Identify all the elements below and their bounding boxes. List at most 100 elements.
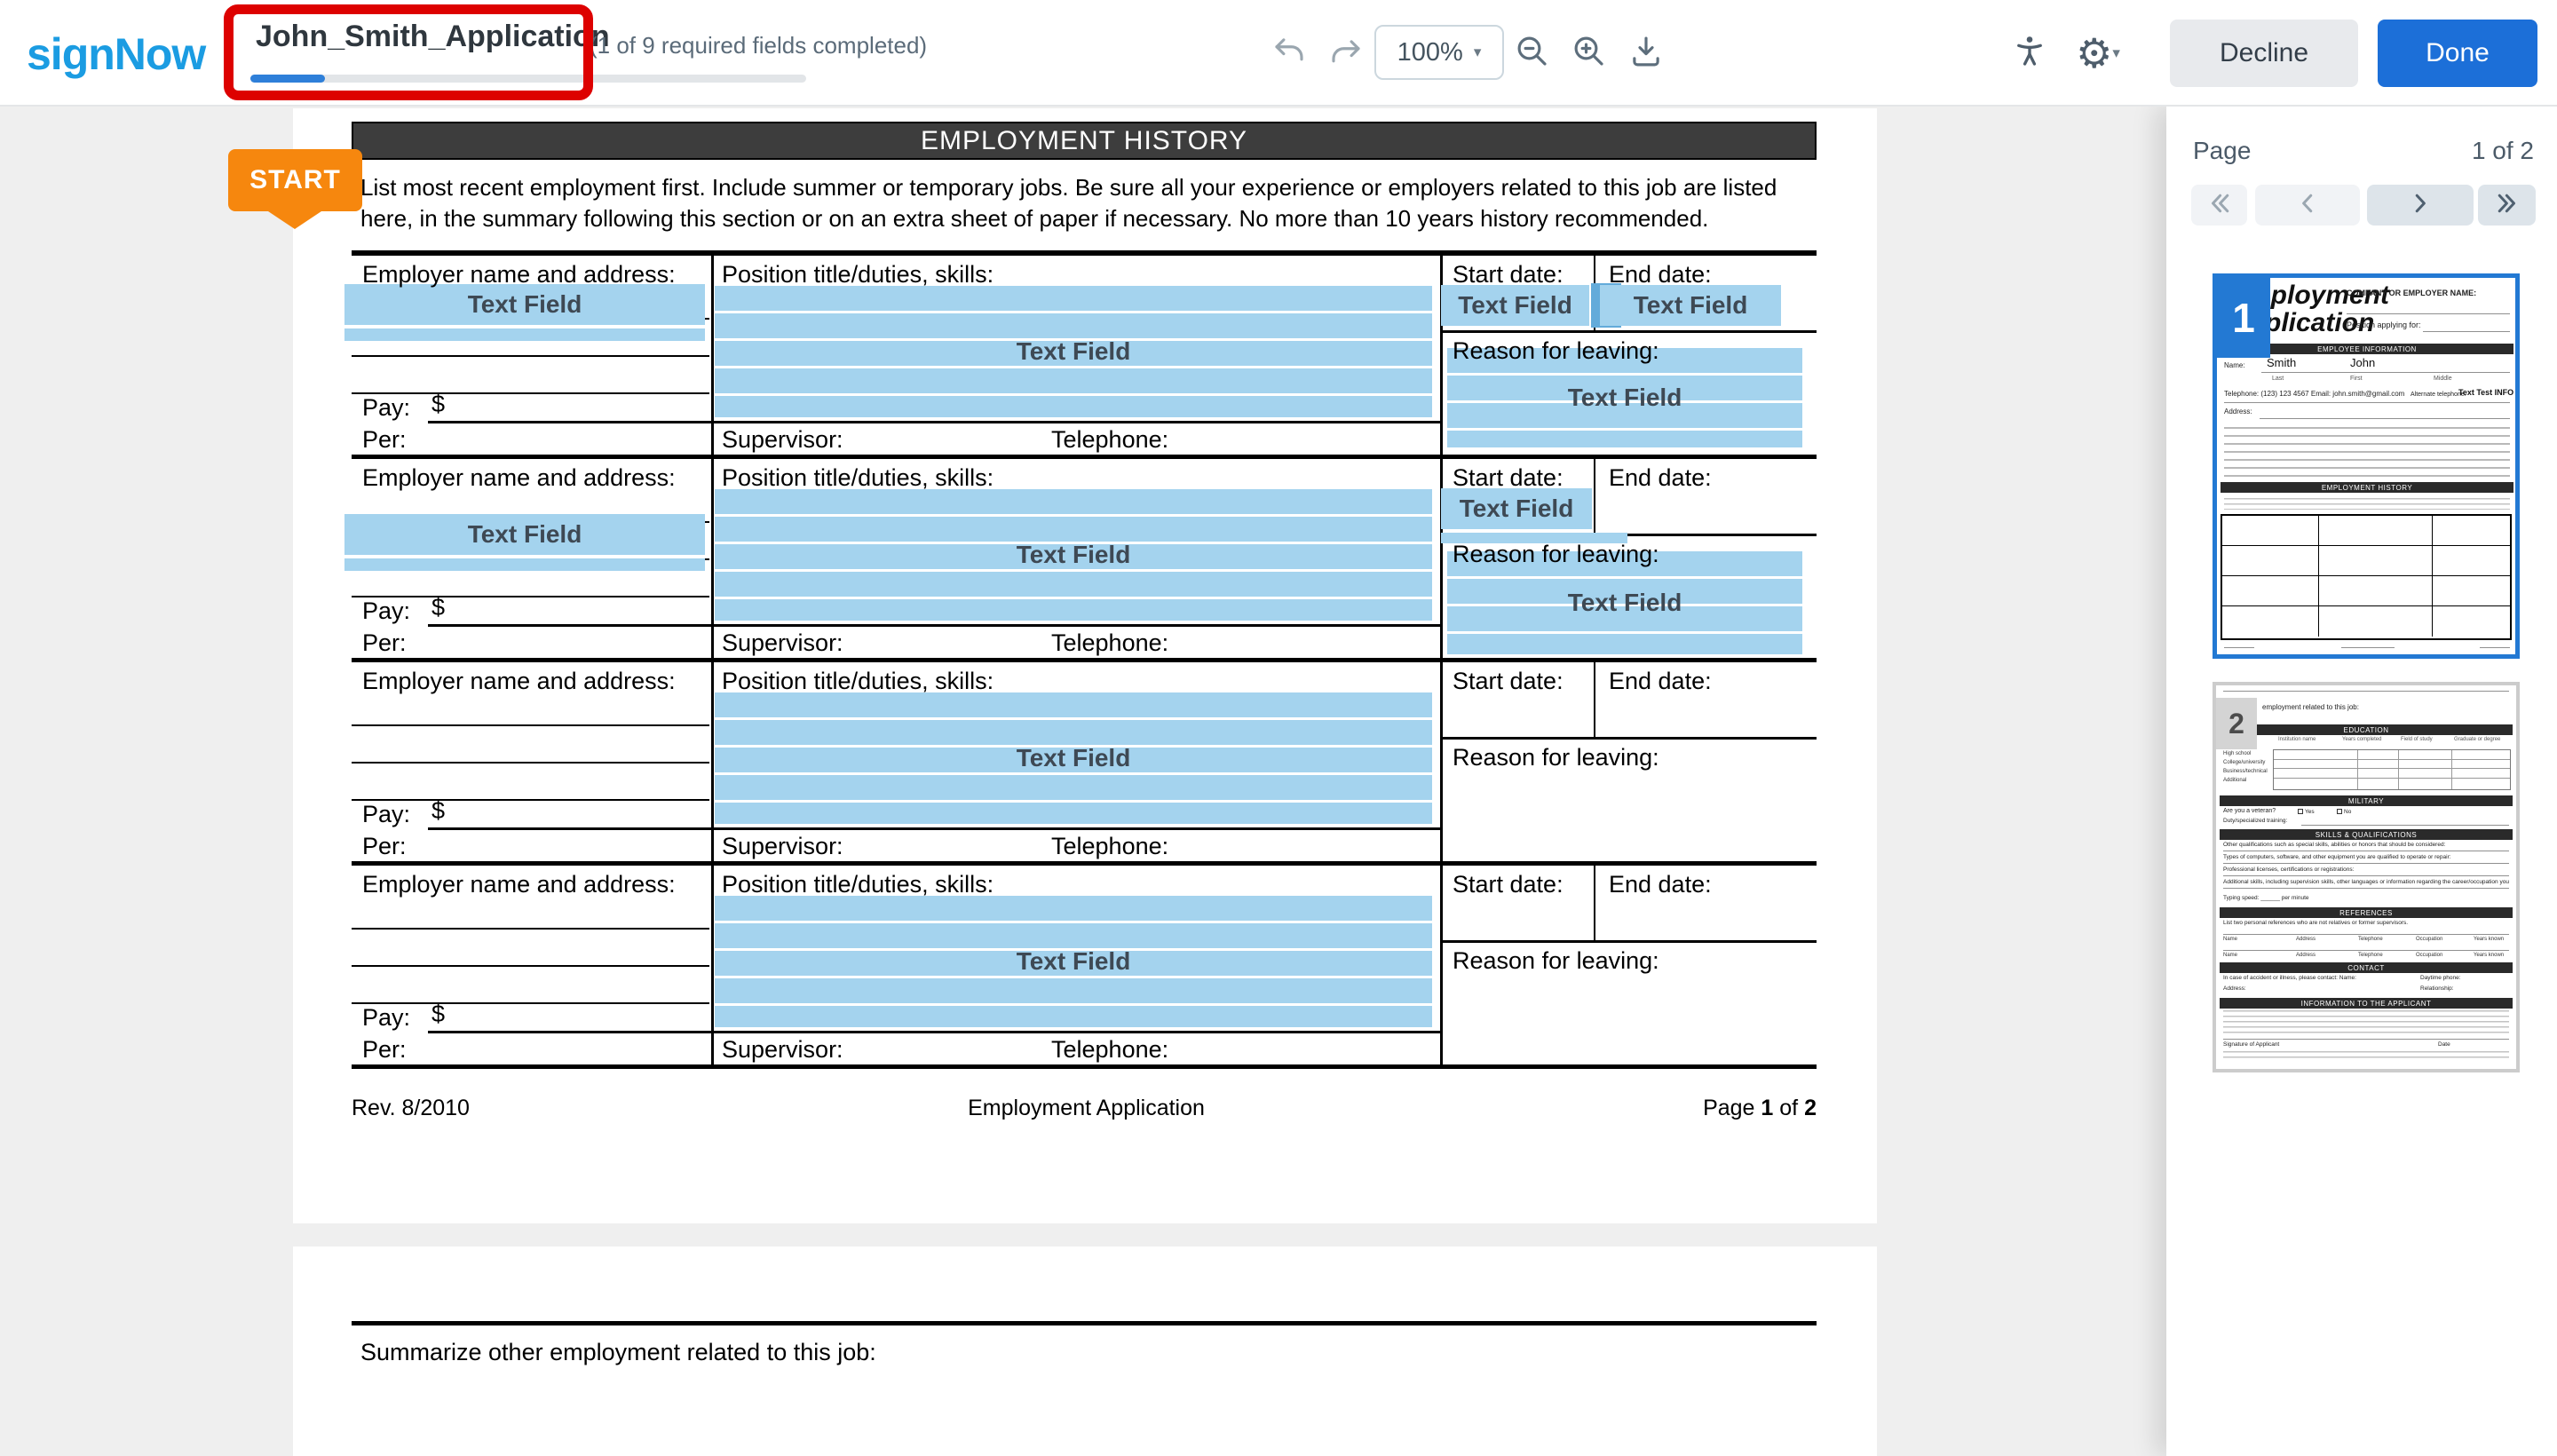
thumb-row-label: College/university: [2223, 760, 2265, 765]
document-canvas: EMPLOYMENT HISTORY List most recent empl…: [0, 107, 2166, 1456]
thumb-line: [2260, 418, 2510, 419]
thumb-line: [2341, 647, 2395, 648]
thumb-table-row: [2222, 516, 2510, 546]
chevron-down-icon: ▾: [1474, 44, 1482, 61]
employment-row-2: Employer name and address: Position titl…: [352, 459, 1817, 662]
text-field-position[interactable]: Text Field: [715, 286, 1432, 417]
thumb-text-lines: [2223, 1051, 2509, 1062]
thumb-line: [2223, 888, 2509, 889]
undo-button[interactable]: [1268, 32, 1310, 75]
thumb-col-label: Last: [2272, 376, 2284, 382]
text-field-position[interactable]: Text Field: [715, 489, 1432, 621]
thumb-row-label: High school: [2223, 751, 2251, 756]
double-chevron-right-icon: [2494, 190, 2521, 221]
date-column-divider: [1594, 866, 1595, 940]
reason-divider: [1440, 330, 1817, 333]
redo-icon: [1327, 35, 1365, 72]
pages-sidebar: Page 1 of 2 1 Employment Application COM…: [2166, 107, 2557, 1456]
thumb-date-label: Date: [2438, 1041, 2450, 1048]
text-field-end-date[interactable]: Text Field: [1600, 285, 1781, 326]
thumb-line: [2224, 402, 2510, 403]
page-thumbnail-1[interactable]: 1 Employment Application COMPANY OR EMPL…: [2213, 273, 2520, 659]
thumb-line: [2223, 934, 2509, 935]
reason-divider: [1440, 737, 1817, 740]
decline-button[interactable]: Decline: [2170, 20, 2358, 87]
zoom-in-button[interactable]: [1568, 32, 1611, 75]
first-page-button[interactable]: [2191, 185, 2247, 226]
pay-label: Pay:: [362, 801, 410, 828]
end-date-label: End date:: [1609, 261, 1712, 289]
thumb-col-label: First: [2350, 376, 2363, 382]
zoom-out-button[interactable]: [1511, 32, 1554, 75]
thumb-line: [2223, 1039, 2509, 1040]
thumb-line: [2347, 313, 2510, 314]
thumb-table-row: [2222, 606, 2510, 637]
text-field-position[interactable]: Text Field: [715, 692, 1432, 824]
thumb-col-label: Institution name: [2278, 737, 2316, 742]
zoom-level-select[interactable]: 100% ▾: [1374, 25, 1504, 80]
thumb-section-bar: CONTACT: [2220, 962, 2513, 973]
text-field-start-date[interactable]: Text Field: [1441, 285, 1589, 326]
page-thumbnail-2[interactable]: 2 employment related to this job: EDUCAT…: [2213, 682, 2520, 1072]
thumb-address-label: Address:: [2224, 408, 2252, 415]
summarize-label: Summarize other employment related to th…: [360, 1339, 876, 1366]
column-divider: [711, 866, 714, 1064]
text-field-employer[interactable]: Text Field: [344, 284, 705, 325]
thumb-education-grid: [2273, 749, 2511, 790]
thumb-col-label: Address: [2296, 937, 2316, 942]
chevron-down-icon: ▾: [2112, 44, 2120, 62]
per-label: Per:: [362, 1036, 407, 1064]
position-label: Position title/duties, skills:: [722, 261, 994, 289]
pay-label: Pay:: [362, 597, 410, 625]
thumb-last-name: Smith: [2267, 356, 2296, 369]
thumb-line: [2223, 863, 2509, 864]
text-field-overlay[interactable]: [344, 558, 705, 571]
thumb-text-lines: [2224, 427, 2510, 477]
thumb-skills-line: Typing speed: ______ per minute: [2223, 895, 2308, 901]
next-page-button[interactable]: [2367, 185, 2474, 226]
write-line: [428, 624, 1440, 627]
start-tag[interactable]: START: [228, 149, 362, 211]
settings-button[interactable]: ⚙ ▾: [2065, 32, 2131, 75]
thumb-duty-label: Duty/specialized training:: [2223, 818, 2287, 824]
text-field-employer[interactable]: Text Field: [344, 514, 705, 555]
thumb-section-bar: INFORMATION TO THE APPLICANT: [2220, 998, 2513, 1009]
thumb-contact-phone: Daytime phone:: [2420, 975, 2461, 981]
chevron-right-icon: [2407, 190, 2434, 221]
write-line: [352, 355, 709, 357]
supervisor-label: Supervisor:: [722, 426, 843, 454]
text-field-overlay[interactable]: [344, 328, 705, 341]
text-field-start-date[interactable]: Text Field: [1441, 488, 1592, 529]
done-button[interactable]: Done: [2378, 20, 2537, 87]
thumb-checkbox-yes: Yes: [2298, 809, 2315, 815]
position-label: Position title/duties, skills:: [722, 871, 994, 898]
previous-page-button[interactable]: [2255, 185, 2360, 226]
thumb-table-row: [2222, 546, 2510, 576]
thumb-line: [2480, 647, 2510, 648]
end-date-label: End date:: [1609, 668, 1712, 695]
thumb-skills-line: Other qualifications such as special ski…: [2223, 842, 2445, 848]
zoom-out-icon: [1514, 33, 1551, 75]
section-header-text: EMPLOYMENT HISTORY: [921, 126, 1247, 156]
thumb-col-label: Middle: [2434, 376, 2452, 382]
signnow-logo: signNow: [27, 28, 205, 80]
end-date-label: End date:: [1609, 871, 1712, 898]
thumb-contact-line: In case of accident or illness, please c…: [2223, 975, 2356, 981]
column-divider: [1440, 662, 1443, 861]
pay-label: Pay:: [362, 1004, 410, 1032]
end-date-label: End date:: [1609, 464, 1712, 492]
pay-label: Pay:: [362, 394, 410, 422]
download-button[interactable]: [1625, 32, 1667, 75]
redo-button[interactable]: [1325, 32, 1367, 75]
signnow-editor: signNow John_Smith_Application (1 of 9 r…: [0, 0, 2557, 1456]
thumb-col-label: Telephone: [2358, 953, 2383, 958]
accessibility-button[interactable]: [2008, 32, 2051, 75]
last-page-button[interactable]: [2478, 185, 2536, 226]
thumb-signature-label: Signature of Applicant: [2223, 1041, 2279, 1048]
thumb-row-label: Additional: [2223, 778, 2246, 783]
thumb-name-label: Name:: [2224, 361, 2245, 369]
footer-revision: Rev. 8/2010: [352, 1096, 470, 1121]
currency-label: $: [431, 594, 445, 621]
thumb-line: [2223, 950, 2509, 951]
text-field-position[interactable]: Text Field: [715, 896, 1432, 1027]
